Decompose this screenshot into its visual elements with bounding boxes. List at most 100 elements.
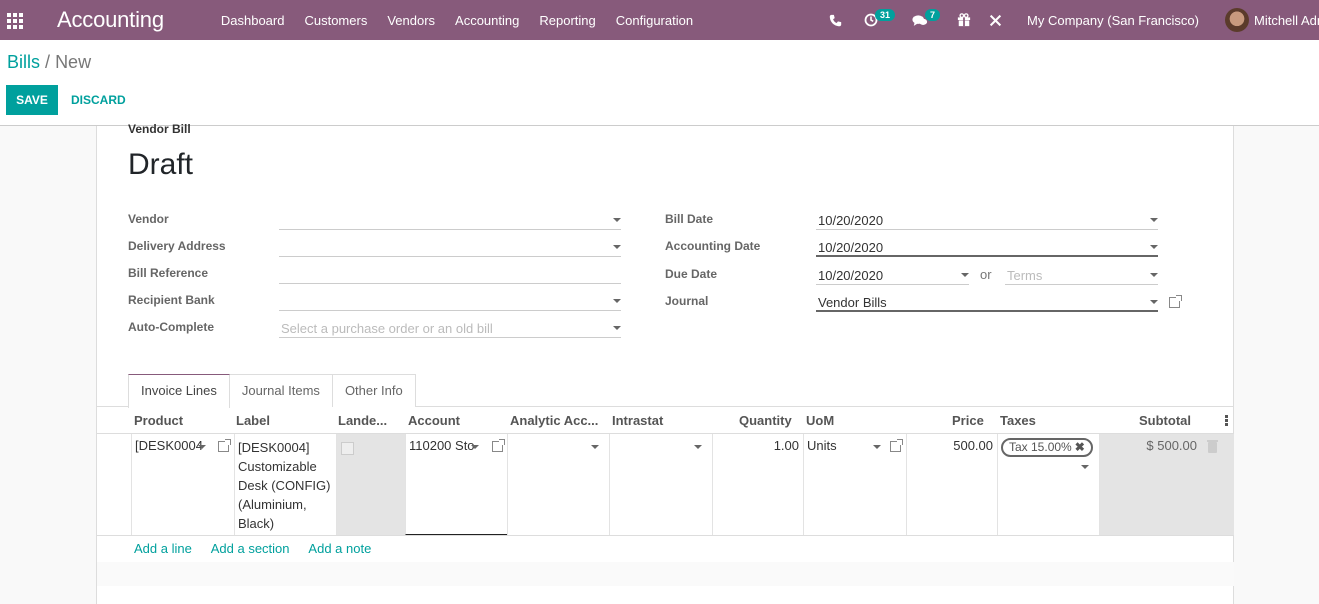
uom-cell[interactable]: Units	[803, 434, 906, 535]
column-header-product[interactable]: Product	[134, 413, 183, 428]
breadcrumb-bills-link[interactable]: Bills	[7, 52, 40, 72]
label-value: [DESK0004] Customizable Desk (CONFIG) (A…	[238, 440, 331, 531]
taxes-cell[interactable]: Tax 15.00% ✖	[997, 434, 1099, 535]
account-cell[interactable]: 110200 Sto	[405, 434, 507, 535]
user-menu[interactable]: Mitchell Admin	[1254, 13, 1319, 28]
add-line-links: Add a line Add a section Add a note	[134, 541, 387, 556]
invoice-line-row[interactable]: [DESK0004 [DESK0004] Customizable Desk (…	[97, 434, 1234, 536]
column-header-label[interactable]: Label	[236, 413, 270, 428]
bill-reference-input[interactable]	[279, 264, 621, 284]
subtotal-cell: $ 500.00	[1099, 434, 1234, 535]
account-dropdown-caret[interactable]	[471, 445, 479, 449]
main-menu: Dashboard Customers Vendors Accounting R…	[221, 13, 713, 28]
column-header-account[interactable]: Account	[408, 413, 460, 428]
recipient-bank-dropdown-caret[interactable]	[613, 299, 621, 303]
taxes-dropdown-caret[interactable]	[1081, 465, 1089, 469]
label-cell[interactable]: [DESK0004] Customizable Desk (CONFIG) (A…	[234, 434, 336, 535]
bill-date-label: Bill Date	[665, 212, 714, 226]
column-header-analytic-account[interactable]: Analytic Acc...	[510, 413, 598, 428]
column-header-landed-cost[interactable]: Lande...	[338, 413, 387, 428]
debug-tools-button[interactable]	[989, 14, 1002, 27]
menu-customers[interactable]: Customers	[304, 13, 367, 28]
gift-button[interactable]	[957, 13, 971, 27]
tab-invoice-lines[interactable]: Invoice Lines	[128, 374, 230, 408]
column-header-subtotal[interactable]: Subtotal	[1139, 413, 1191, 428]
messages-count-badge: 7	[925, 9, 941, 21]
product-cell[interactable]: [DESK0004	[131, 434, 234, 535]
journal-field[interactable]: Vendor Bills	[816, 292, 1158, 312]
recipient-bank-field[interactable]	[279, 291, 621, 311]
messages-button[interactable]: 7	[912, 9, 943, 27]
payment-terms-dropdown-caret[interactable]	[1150, 273, 1158, 277]
tab-other-info[interactable]: Other Info	[332, 374, 416, 407]
bill-date-dropdown-caret[interactable]	[1150, 218, 1158, 222]
column-header-quantity[interactable]: Quantity	[739, 413, 792, 428]
auto-complete-dropdown-caret[interactable]	[613, 326, 621, 330]
analytic-account-cell[interactable]	[507, 434, 609, 535]
remove-tax-icon[interactable]: ✖	[1075, 440, 1085, 454]
product-dropdown-caret[interactable]	[198, 445, 206, 449]
add-a-note-link[interactable]: Add a note	[308, 541, 371, 556]
vendor-field[interactable]	[279, 210, 621, 230]
journal-dropdown-caret[interactable]	[1150, 300, 1158, 304]
accounting-date-label: Accounting Date	[665, 239, 761, 253]
add-a-section-link[interactable]: Add a section	[211, 541, 290, 556]
auto-complete-field[interactable]: Select a purchase order or an old bill	[279, 318, 621, 338]
uom-dropdown-caret[interactable]	[873, 445, 881, 449]
breadcrumb-current: New	[55, 52, 92, 72]
vendor-label: Vendor	[128, 212, 169, 226]
column-header-price[interactable]: Price	[952, 413, 984, 428]
discard-button[interactable]: DISCARD	[64, 85, 133, 115]
phone-icon	[829, 14, 842, 26]
breadcrumb-separator: /	[45, 52, 51, 72]
user-avatar[interactable]	[1225, 8, 1249, 32]
delivery-address-dropdown-caret[interactable]	[613, 245, 621, 249]
delivery-address-field[interactable]	[279, 237, 621, 257]
price-value: 500.00	[953, 438, 993, 453]
or-label: or	[980, 267, 992, 282]
accounting-date-dropdown-caret[interactable]	[1150, 245, 1158, 249]
subtotal-value: $ 500.00	[1146, 438, 1197, 453]
menu-reporting[interactable]: Reporting	[539, 13, 595, 28]
company-switcher[interactable]: My Company (San Francisco)	[1027, 13, 1199, 28]
bill-date-field[interactable]: 10/20/2020	[816, 210, 1158, 230]
payment-terms-field[interactable]: Terms	[1005, 265, 1158, 285]
menu-dashboard[interactable]: Dashboard	[221, 13, 285, 28]
journal-external-link-icon[interactable]	[1169, 295, 1182, 308]
vendor-dropdown-caret[interactable]	[613, 218, 621, 222]
column-header-intrastat[interactable]: Intrastat	[612, 413, 663, 428]
bill-reference-label: Bill Reference	[128, 266, 209, 280]
optional-columns-kebab-icon[interactable]	[1225, 415, 1228, 427]
activities-button[interactable]: 31	[864, 9, 898, 27]
accounting-date-field[interactable]: 10/20/2020	[816, 237, 1158, 257]
save-button[interactable]: SAVE	[6, 85, 58, 115]
add-a-line-link[interactable]: Add a line	[134, 541, 192, 556]
tab-journal-items[interactable]: Journal Items	[229, 374, 333, 407]
quantity-value: 1.00	[773, 438, 799, 453]
menu-configuration[interactable]: Configuration	[616, 13, 693, 28]
recipient-bank-label: Recipient Bank	[128, 293, 215, 307]
product-external-link-icon[interactable]	[218, 439, 231, 452]
due-date-label: Due Date	[665, 267, 718, 281]
due-date-dropdown-caret[interactable]	[961, 273, 969, 277]
intrastat-dropdown-caret[interactable]	[694, 445, 702, 449]
intrastat-cell[interactable]	[609, 434, 712, 535]
column-header-uom[interactable]: UoM	[806, 413, 834, 428]
price-cell[interactable]: 500.00	[906, 434, 997, 535]
phone-button[interactable]	[829, 14, 842, 27]
due-date-field[interactable]: 10/20/2020	[816, 265, 969, 285]
account-external-link-icon[interactable]	[492, 439, 505, 452]
column-header-taxes[interactable]: Taxes	[1000, 413, 1036, 428]
delete-line-trash-icon[interactable]	[1207, 440, 1218, 453]
top-navbar: Accounting Dashboard Customers Vendors A…	[0, 0, 1319, 40]
invoice-lines-header: Product Label Lande... Account Analytic …	[97, 407, 1234, 434]
landed-cost-cell	[336, 434, 405, 535]
menu-accounting[interactable]: Accounting	[455, 13, 519, 28]
analytic-account-dropdown-caret[interactable]	[591, 445, 599, 449]
apps-menu-icon[interactable]	[7, 13, 23, 29]
quantity-cell[interactable]: 1.00	[712, 434, 803, 535]
uom-external-link-icon[interactable]	[890, 439, 903, 452]
document-type-label: Vendor Bill	[128, 122, 191, 136]
landed-cost-checkbox[interactable]	[341, 442, 354, 455]
menu-vendors[interactable]: Vendors	[387, 13, 435, 28]
